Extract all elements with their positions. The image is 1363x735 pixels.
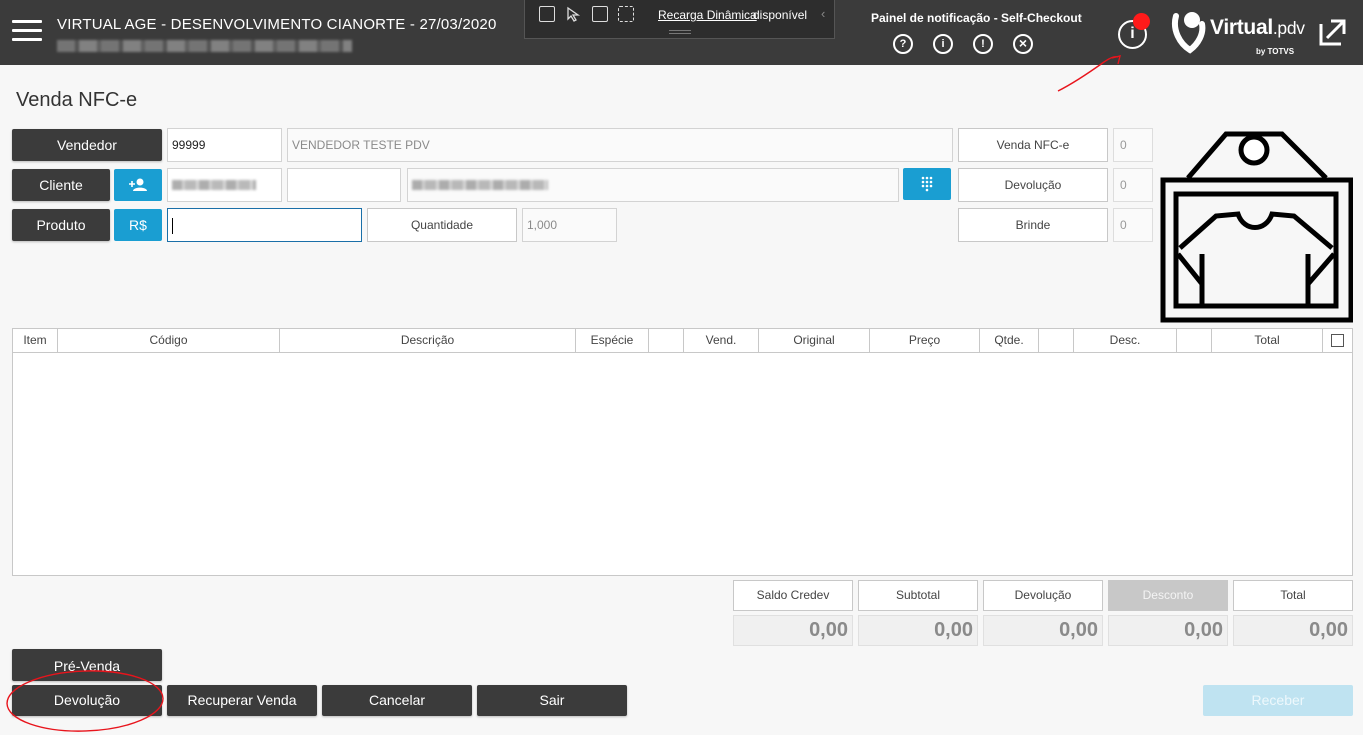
vendedor-button[interactable]: Vendedor xyxy=(12,129,162,161)
cliente-code-field[interactable] xyxy=(167,168,282,202)
col-preco[interactable]: Preço xyxy=(870,329,980,352)
brinde-count: 0 xyxy=(1113,208,1153,242)
notification-badge xyxy=(1133,13,1150,30)
subtotal-label: Subtotal xyxy=(858,580,978,611)
recarga-status: disponível xyxy=(753,8,808,22)
desconto-button[interactable]: Desconto xyxy=(1108,580,1228,611)
close-circle-icon[interactable]: × xyxy=(1013,34,1033,54)
brand-by: by TOTVS xyxy=(1256,47,1295,56)
notification-panel-title: Painel de notificação - Self-Checkout xyxy=(871,11,1082,25)
quantidade-field[interactable]: 1,000 xyxy=(522,208,617,242)
col-original[interactable]: Original xyxy=(759,329,870,352)
col-blank-3[interactable] xyxy=(1177,329,1212,352)
recording-toolbar: Recarga Dinâmica disponível ‹ xyxy=(524,0,835,39)
col-qtde[interactable]: Qtde. xyxy=(980,329,1039,352)
col-total[interactable]: Total xyxy=(1212,329,1323,352)
drag-handle[interactable] xyxy=(669,30,691,34)
total-value: 0,00 xyxy=(1233,615,1353,646)
vendedor-name-field: VENDEDOR TESTE PDV xyxy=(287,128,953,162)
add-person-icon xyxy=(129,178,147,191)
col-item[interactable]: Item xyxy=(13,329,58,352)
pre-venda-button[interactable]: Pré-Venda xyxy=(12,649,162,681)
text-caret xyxy=(172,217,173,234)
alert-icon[interactable]: ! xyxy=(973,34,993,54)
devolucao-counter-label[interactable]: Devolução xyxy=(958,168,1108,202)
subtotal-value: 0,00 xyxy=(858,615,978,646)
chevron-left-icon[interactable]: ‹ xyxy=(821,6,825,21)
help-icon[interactable]: ? xyxy=(893,34,913,54)
app-title: VIRTUAL AGE - DESENVOLVIMENTO CIANORTE -… xyxy=(57,16,497,33)
saldo-credev-label: Saldo Credev xyxy=(733,580,853,611)
cancelar-button[interactable]: Cancelar xyxy=(322,685,472,716)
receber-button[interactable]: Receber xyxy=(1203,685,1353,716)
venda-nfce-count: 0 xyxy=(1113,128,1153,162)
table-header: Item Código Descrição Espécie Vend. Orig… xyxy=(13,329,1352,353)
col-desc[interactable]: Desc. xyxy=(1074,329,1177,352)
expand-icon[interactable] xyxy=(1317,16,1349,48)
col-blank-1[interactable] xyxy=(649,329,684,352)
page-title: Venda NFC-e xyxy=(16,89,138,111)
redacted-subtitle xyxy=(57,40,352,52)
quantidade-label: Quantidade xyxy=(367,208,517,242)
col-blank-2[interactable] xyxy=(1039,329,1074,352)
cliente-doc-field[interactable] xyxy=(287,168,401,202)
info-icon[interactable]: i xyxy=(933,34,953,54)
recarga-dinamica-link[interactable]: Recarga Dinâmica xyxy=(658,8,757,22)
col-descricao[interactable]: Descrição xyxy=(280,329,576,352)
items-table[interactable]: Item Código Descrição Espécie Vend. Orig… xyxy=(12,328,1353,576)
venda-nfce-counter-label[interactable]: Venda NFC-e xyxy=(958,128,1108,162)
produto-button[interactable]: Produto xyxy=(12,209,110,241)
region-capture-icon[interactable] xyxy=(618,6,634,22)
col-vend[interactable]: Vend. xyxy=(684,329,759,352)
brand-suffix: .pdv xyxy=(1272,18,1305,38)
vendedor-code-field[interactable]: 99999 xyxy=(167,128,282,162)
price-lookup-button[interactable]: R$ xyxy=(114,209,162,241)
cliente-name-field xyxy=(407,168,899,202)
devolucao-count: 0 xyxy=(1113,168,1153,202)
cliente-button[interactable]: Cliente xyxy=(12,169,110,201)
total-label: Total xyxy=(1233,580,1353,611)
brand-name: Virtual xyxy=(1210,16,1273,39)
add-client-button[interactable] xyxy=(114,169,162,201)
saldo-credev-value: 0,00 xyxy=(733,615,853,646)
virtual-pdv-logo: Virtual.pdv by TOTVS xyxy=(1170,6,1310,60)
sair-button[interactable]: Sair xyxy=(477,685,627,716)
devolucao-total-value: 0,00 xyxy=(983,615,1103,646)
keypad-icon xyxy=(921,176,933,192)
brinde-counter-label[interactable]: Brinde xyxy=(958,208,1108,242)
brand-mark-icon xyxy=(1172,12,1206,54)
shirt-tag-icon xyxy=(1160,131,1353,323)
add-screen-icon[interactable] xyxy=(539,6,555,22)
devolucao-total-label: Devolução xyxy=(983,580,1103,611)
recuperar-venda-button[interactable]: Recuperar Venda xyxy=(167,685,317,716)
cursor-select-icon[interactable] xyxy=(566,6,582,22)
select-all-checkbox[interactable] xyxy=(1331,334,1344,347)
devolucao-button[interactable]: Devolução xyxy=(12,685,162,716)
window-capture-icon[interactable] xyxy=(592,6,608,22)
menu-icon[interactable] xyxy=(12,20,42,44)
top-bar: VIRTUAL AGE - DESENVOLVIMENTO CIANORTE -… xyxy=(0,0,1363,65)
keypad-button[interactable] xyxy=(903,168,951,200)
col-especie[interactable]: Espécie xyxy=(576,329,649,352)
col-codigo[interactable]: Código xyxy=(58,329,280,352)
produto-input[interactable] xyxy=(167,208,362,242)
desconto-value: 0,00 xyxy=(1108,615,1228,646)
